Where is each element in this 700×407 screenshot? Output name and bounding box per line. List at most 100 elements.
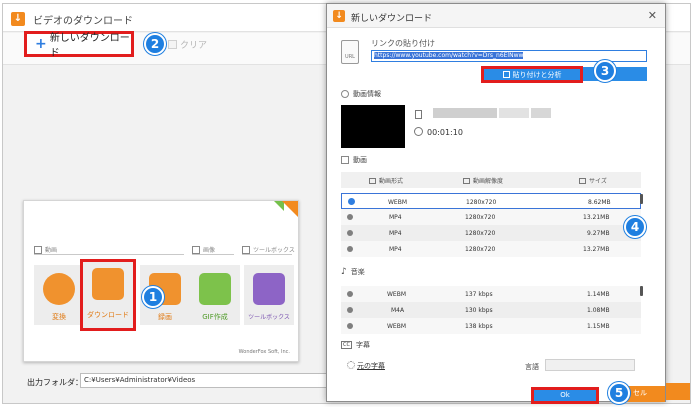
header-resolution-label: 動画解像度 <box>473 178 504 185</box>
link-url-icon: URL <box>341 40 359 64</box>
radio-icon[interactable] <box>347 291 353 297</box>
tile-download[interactable]: ダウンロード <box>80 259 136 331</box>
subtitle-section-label: 字幕 <box>355 341 370 349</box>
step-badge-1: 1 <box>142 286 164 308</box>
music-note-icon: ♪ <box>341 267 347 277</box>
video-category-icon <box>34 245 42 254</box>
row-format: WEBM <box>387 291 407 298</box>
row-size: 1.15MB <box>587 323 610 330</box>
paste-and-analyze-button[interactable]: 貼り付けと分析 <box>481 66 583 83</box>
step-badge-5: 5 <box>608 382 630 404</box>
tile-toolbox[interactable]: ツールボックス <box>244 265 294 325</box>
row-size: 1.08MB <box>587 307 610 314</box>
audio-section-label: 音楽 <box>350 268 365 276</box>
video-row[interactable]: MP4 1280x720 13.21MB <box>341 209 641 225</box>
row-resolution: 1280x720 <box>465 214 496 221</box>
row-format: MP4 <box>389 230 402 237</box>
tile-record-label: 録画 <box>158 313 172 321</box>
subtitle-section: CC 字幕 <box>341 340 370 350</box>
row-size: 8.62MB <box>588 199 611 206</box>
category-image: 画像 <box>192 245 215 254</box>
clock-icon <box>414 127 423 136</box>
loading-spinner-icon <box>347 361 355 369</box>
audio-scrollbar[interactable] <box>640 286 643 296</box>
language-label: 言語 <box>525 363 539 371</box>
video-row[interactable]: MP4 1280x720 9.27MB <box>341 225 641 241</box>
row-size: 13.27MB <box>583 246 610 253</box>
toolbox-category-icon <box>242 245 250 254</box>
video-row[interactable]: WEBM 1280x720 8.62MB <box>341 193 641 209</box>
tile-gif-label: GIF作成 <box>202 313 228 321</box>
cc-icon: CC <box>341 341 352 349</box>
row-format: MP4 <box>389 246 402 253</box>
category-toolbox-label: ツールボックス <box>253 247 295 254</box>
tile-gif[interactable]: GIF作成 <box>190 265 240 325</box>
video-duration: 00:01:10 <box>427 128 463 137</box>
video-info-label: 動画情報 <box>353 90 381 98</box>
document-icon <box>415 110 422 119</box>
size-icon <box>579 177 586 184</box>
row-size: 9.27MB <box>587 230 610 237</box>
clear-label: クリア <box>180 41 208 51</box>
original-subtitle-link[interactable]: 元の字幕 <box>357 361 385 371</box>
step-badge-3: 3 <box>594 60 616 82</box>
output-folder-field[interactable]: C:¥Users¥Administrator¥Videos <box>80 373 328 388</box>
video-section-label: 動画 <box>353 156 367 164</box>
blurred-title <box>531 108 551 118</box>
header-size-label: サイズ <box>589 178 607 185</box>
film-icon <box>43 273 75 305</box>
blurred-title <box>499 108 529 118</box>
language-select[interactable] <box>545 359 635 371</box>
tile-convert-label: 変換 <box>52 313 66 321</box>
checked-radio-icon[interactable] <box>348 198 355 205</box>
category-video-label: 動画 <box>45 247 58 254</box>
new-download-button[interactable]: + 新しいダウンロード <box>24 31 134 59</box>
audio-row[interactable]: WEBM 137 kbps 1.14MB <box>341 286 641 302</box>
audio-row[interactable]: WEBM 138 kbps 1.15MB <box>341 318 641 334</box>
video-table-header: 動画形式 動画解像度 サイズ <box>341 172 641 188</box>
tile-download-label: ダウンロード <box>87 311 129 319</box>
url-value: https://www.youtube.com/watch?v=Drs_n6El… <box>374 52 524 59</box>
row-format: M4A <box>391 307 405 314</box>
category-toolbox: ツールボックス <box>242 245 295 254</box>
info-icon <box>341 90 349 98</box>
tile-convert[interactable]: 変換 <box>34 265 84 325</box>
row-bitrate: 137 kbps <box>465 291 493 298</box>
paste-icon <box>502 71 510 78</box>
radio-icon[interactable] <box>347 246 353 252</box>
main-window-title: ビデオのダウンロード <box>33 16 133 27</box>
radio-icon[interactable] <box>347 307 353 313</box>
row-resolution: 1280x720 <box>465 246 496 253</box>
row-bitrate: 138 kbps <box>465 323 493 330</box>
row-resolution: 1280x720 <box>465 230 496 237</box>
resolution-icon <box>463 177 470 184</box>
radio-icon[interactable] <box>347 214 353 220</box>
video-section: 動画 <box>341 155 367 165</box>
radio-icon[interactable] <box>347 323 353 329</box>
clear-button[interactable]: クリア <box>168 38 207 51</box>
category-video: 動画 <box>34 245 57 254</box>
video-scrollbar[interactable] <box>640 194 643 204</box>
category-divider <box>192 254 234 255</box>
ok-button[interactable]: Ok <box>531 387 599 404</box>
audio-row[interactable]: M4A 130 kbps 1.08MB <box>341 302 641 318</box>
close-icon[interactable]: ✕ <box>648 9 657 22</box>
header-size[interactable]: サイズ <box>579 176 607 185</box>
new-download-label: 新しいダウンロード <box>49 33 130 59</box>
header-format[interactable]: 動画形式 <box>369 176 403 185</box>
dialog-title: 新しいダウンロード <box>351 14 433 24</box>
launcher-footer: WonderFox Soft, Inc. <box>238 349 290 355</box>
radio-icon[interactable] <box>347 230 353 236</box>
paste-link-label: リンクの貼り付け <box>371 39 435 48</box>
row-bitrate: 130 kbps <box>465 307 493 314</box>
tile-toolbox-label: ツールボックス <box>248 314 290 321</box>
video-row[interactable]: MP4 1280x720 13.27MB <box>341 241 641 257</box>
paste-and-analyze-label: 貼り付けと分析 <box>512 70 562 79</box>
category-image-label: 画像 <box>203 247 216 254</box>
new-download-dialog: ↓ 新しいダウンロード ✕ URL リンクの貼り付け https://www.y… <box>326 3 666 404</box>
header-resolution[interactable]: 動画解像度 <box>463 176 503 185</box>
category-divider <box>34 254 184 255</box>
step-badge-4: 4 <box>624 216 646 238</box>
output-folder-label: 出力フォルダ： <box>27 378 83 387</box>
blurred-title <box>433 108 497 118</box>
